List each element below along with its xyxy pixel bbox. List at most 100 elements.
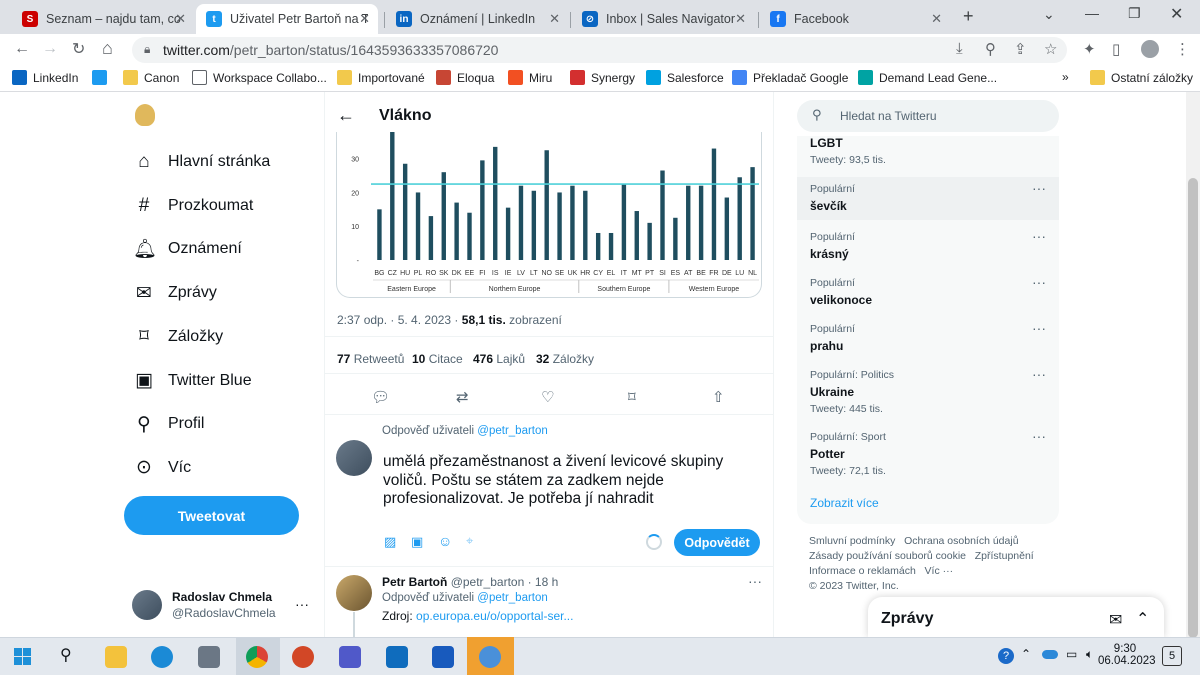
nav-item[interactable]: 🔔︎ Oznámení <box>133 236 242 262</box>
help-icon[interactable]: ? <box>998 648 1014 664</box>
close-tab-icon[interactable]: ✕ <box>359 11 370 27</box>
profile-avatar[interactable] <box>1141 40 1159 58</box>
powerpoint-icon[interactable] <box>292 646 314 668</box>
chrome-icon[interactable] <box>246 646 268 668</box>
onedrive-icon[interactable] <box>1042 650 1058 659</box>
file-explorer-icon[interactable] <box>105 646 127 668</box>
nav-item[interactable]: # Prozkoumat <box>133 193 254 219</box>
account-avatar[interactable] <box>132 590 162 620</box>
account-name[interactable]: Radoslav Chmela <box>172 590 272 604</box>
reply-icon[interactable]: 💬︎ <box>371 388 390 406</box>
trend-more-icon[interactable]: ··· <box>1032 180 1046 196</box>
bookmark-item[interactable]: LinkedIn <box>12 70 78 85</box>
close-tab-icon[interactable]: ✕ <box>735 11 746 27</box>
trend-item[interactable]: LGBT Tweety: 93,5 tis. <box>810 136 886 166</box>
bookmark-item[interactable]: Importované <box>337 70 425 85</box>
close-tab-icon[interactable]: ✕ <box>549 11 560 27</box>
expand-icon[interactable]: ⌃ <box>1136 609 1149 629</box>
gif-icon[interactable]: ▣ <box>411 534 423 550</box>
trend-item[interactable]: Populární velikonoce <box>810 277 872 307</box>
back-arrow-icon[interactable]: ← <box>337 105 355 126</box>
bookmark-item[interactable]: Eloqua <box>436 70 494 85</box>
author-handle[interactable]: @petr_barton <box>451 575 525 589</box>
trend-more-icon[interactable]: ··· <box>1032 274 1046 290</box>
other-bookmarks[interactable]: Ostatní záložky <box>1090 70 1193 85</box>
like-icon[interactable]: ♡ <box>541 388 554 406</box>
new-tab-button[interactable]: + <box>963 6 974 27</box>
clock[interactable]: 9:30 06.04.2023 <box>1098 643 1156 667</box>
chart-image[interactable]: -10203040BGCZHUPLROSKDKEEFIISIELVLTNOSEU… <box>336 132 762 298</box>
tray-chevron-icon[interactable]: ⌃ <box>1021 647 1031 661</box>
edge-icon[interactable] <box>151 646 173 668</box>
app-icon[interactable] <box>198 646 220 668</box>
back-icon[interactable]: ← <box>14 40 30 58</box>
tab-5[interactable]: f Facebook ✕ <box>760 4 950 34</box>
close-window-button[interactable]: ✕ <box>1170 4 1183 24</box>
globe-app-icon[interactable] <box>479 646 501 668</box>
emoji-icon[interactable]: ☺ <box>438 533 452 549</box>
side-panel-icon[interactable]: ▯ <box>1112 40 1120 58</box>
tab-search-icon[interactable]: ⌄ <box>1043 6 1055 23</box>
minimize-button[interactable]: — <box>1085 5 1099 21</box>
source-link[interactable]: op.europa.eu/o/opportal-ser... <box>416 609 573 623</box>
nav-item[interactable]: ▣ Twitter Blue <box>133 368 252 394</box>
close-tab-icon[interactable]: ✕ <box>175 11 186 27</box>
trend-item[interactable]: Populární prahu <box>810 323 855 353</box>
bookmarks-overflow-icon[interactable]: » <box>1062 70 1069 84</box>
tweet-age[interactable]: · 18 h <box>528 575 559 589</box>
lock-icon[interactable]: 🔒︎ <box>144 42 150 57</box>
retweet-icon[interactable]: ⇄ <box>456 388 469 406</box>
tab-2[interactable]: t Uživatel Petr Bartoň na Tw ✕ <box>196 4 378 34</box>
trend-item[interactable]: Populární: Sport Potter Tweety: 72,1 tis. <box>810 431 886 477</box>
tweet-more-icon[interactable]: ··· <box>748 573 762 589</box>
nav-item[interactable]: ⌂ Hlavní stránka <box>133 149 270 175</box>
tweet-timestamp[interactable]: 2:37 odp. · 5. 4. 2023 · <box>337 313 458 327</box>
bookmark-item[interactable]: Canon <box>123 70 179 85</box>
search-input[interactable]: Hledat na Twitteru <box>840 109 937 123</box>
tab-4[interactable]: ⊘ Inbox | Sales Navigator ✕ <box>572 4 754 34</box>
bookmark-action-icon[interactable]: ⌑ <box>628 388 636 406</box>
composer-avatar[interactable] <box>336 440 372 476</box>
trend-item[interactable]: Populární: Politics Ukraine Tweety: 445 ti… <box>810 369 894 415</box>
bookmark-item[interactable]: Workspace Collabo... <box>192 70 327 85</box>
extensions-icon[interactable]: ✦ <box>1083 40 1096 58</box>
taskbar-search-icon[interactable]: ⚲ <box>60 645 72 665</box>
new-message-icon[interactable]: ✉ <box>1109 610 1122 630</box>
footer-links[interactable]: Informace o reklamách Víc ··· <box>809 565 953 577</box>
reply-textarea[interactable]: umělá přezaměstnanost a živení levicové … <box>383 453 743 509</box>
account-more-icon[interactable]: ··· <box>295 596 309 612</box>
star-icon[interactable]: ☆ <box>1044 40 1057 58</box>
author-avatar[interactable] <box>336 575 372 611</box>
restore-button[interactable]: ❐ <box>1128 5 1141 22</box>
trend-item[interactable]: Populární ševčík <box>810 183 855 213</box>
reply-to-handle[interactable]: @petr_barton <box>477 592 548 604</box>
logo-icon[interactable] <box>135 104 155 126</box>
close-tab-icon[interactable]: ✕ <box>931 11 942 27</box>
nav-item[interactable]: ⚲ Profil <box>133 411 204 437</box>
engagement-stat[interactable]: 77 Retweetů <box>337 352 404 366</box>
tab-3[interactable]: in Oznámení | LinkedIn ✕ <box>386 4 568 34</box>
volume-icon[interactable]: 🔈︎ <box>1086 647 1093 662</box>
footer-links[interactable]: Zásady používání souborů cookie Zpřístup… <box>809 550 1034 562</box>
trend-more-icon[interactable]: ··· <box>1032 228 1046 244</box>
location-icon[interactable]: ⌖ <box>466 533 473 549</box>
tweet-button[interactable]: Tweetovat <box>124 496 299 535</box>
windows-start-icon[interactable] <box>14 648 31 665</box>
share-action-icon[interactable]: ⇧ <box>712 388 725 406</box>
trend-more-icon[interactable]: ··· <box>1032 366 1046 382</box>
bookmark-item[interactable]: Synergy <box>570 70 635 85</box>
word-icon[interactable] <box>432 646 454 668</box>
menu-icon[interactable]: ⋮ <box>1175 40 1190 58</box>
bookmark-item[interactable]: Salesforce <box>646 70 724 85</box>
nav-item[interactable]: ✉ Zprávy <box>133 280 217 306</box>
notifications-icon[interactable]: 5 <box>1162 646 1182 666</box>
bookmark-item[interactable]: Demand Lead Gene... <box>858 70 997 85</box>
install-app-icon[interactable]: ⤓ <box>956 40 963 57</box>
bookmark-item[interactable]: Překladač Google <box>732 70 848 85</box>
forward-icon[interactable]: → <box>42 40 58 58</box>
tab-1[interactable]: S Seznam – najdu tam, co n ✕ <box>12 4 194 34</box>
author-name[interactable]: Petr Bartoň <box>382 575 447 589</box>
zoom-icon[interactable]: ⚲ <box>985 40 996 58</box>
trend-more-icon[interactable]: ··· <box>1032 428 1046 444</box>
outlook-icon[interactable] <box>386 646 408 668</box>
